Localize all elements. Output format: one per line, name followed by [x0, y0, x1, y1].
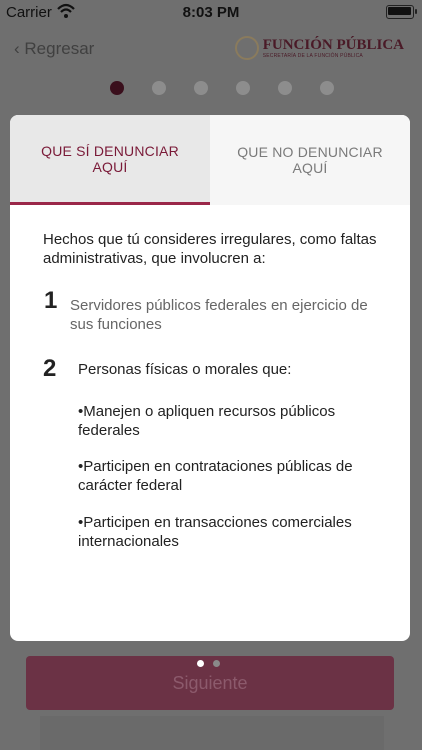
step-dot	[194, 81, 208, 95]
funcion-publica-logo: FUNCIÓN PÚBLICA SECRETARÍA DE LA FUNCIÓN…	[234, 36, 404, 60]
chevron-left-icon: ‹	[14, 39, 20, 58]
battery-fill	[388, 7, 411, 15]
page-dot	[213, 660, 220, 667]
item-number-2: 2	[43, 355, 57, 382]
intro-text: Hechos que tú consideres irregulares, co…	[43, 231, 377, 267]
bullet-item: •Participen en contrataciones públicas d…	[78, 458, 353, 494]
tab-que-no-denunciar[interactable]: QUE NO DENUNCIAR AQUÍ	[210, 115, 410, 205]
back-button[interactable]: ‹ Regresar	[14, 39, 94, 59]
nav-bar: ‹ Regresar FUNCIÓN PÚBLICA SECRETARÍA DE…	[0, 28, 422, 68]
item-number-1: 1	[44, 287, 58, 314]
step-dot	[236, 81, 250, 95]
modal-tabs: QUE SÍ DENUNCIAR AQUÍ QUE NO DENUNCIAR A…	[10, 115, 410, 205]
step-progress-dots	[110, 81, 334, 95]
page-dots	[197, 660, 227, 668]
step-dot	[152, 81, 166, 95]
bullet-item: •Manejen o apliquen recursos públicos fe…	[78, 403, 336, 439]
page-dot	[197, 660, 204, 667]
tab-que-si-denunciar[interactable]: QUE SÍ DENUNCIAR AQUÍ	[10, 115, 210, 205]
seal-icon	[234, 36, 259, 60]
brand-name: FUNCIÓN PÚBLICA	[262, 36, 404, 53]
bottom-panel	[40, 716, 384, 750]
brand-subtitle: SECRETARÍA DE LA FUNCIÓN PÚBLICA	[262, 52, 363, 59]
step-dot	[110, 81, 124, 95]
status-time: 8:03 PM	[182, 4, 240, 21]
item-text-1: Servidores públicos federales en ejercic…	[70, 297, 368, 333]
step-dot	[278, 81, 292, 95]
back-label: Regresar	[24, 39, 95, 58]
status-bar: Carrier 8:03 PM	[0, 0, 422, 24]
info-modal: QUE SÍ DENUNCIAR AQUÍ QUE NO DENUNCIAR A…	[10, 115, 410, 641]
bullet-item: •Participen en transacciones comerciales…	[78, 514, 352, 550]
step-dot	[320, 81, 334, 95]
battery-icon	[386, 5, 417, 19]
item-text-2: Personas físicas o morales que:	[78, 361, 292, 378]
brand-text: FUNCIÓN PÚBLICA SECRETARÍA DE LA FUNCIÓN…	[262, 36, 404, 59]
